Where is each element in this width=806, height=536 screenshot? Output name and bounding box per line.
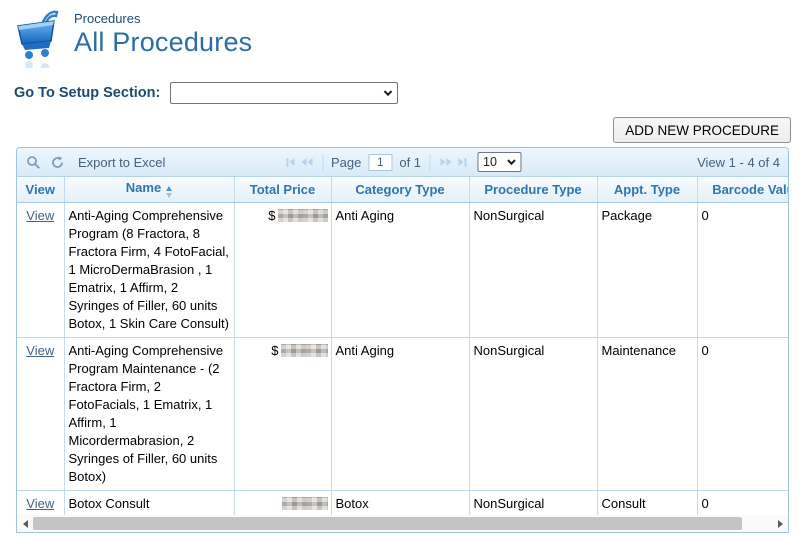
cell-barcode-value: 0 — [697, 337, 788, 490]
scroll-right-icon[interactable] — [772, 515, 788, 532]
cell-appt-type: Consult — [597, 490, 697, 515]
page-size-select[interactable]: 10 — [477, 152, 521, 172]
table-row: View Botox Consult Botox NonSurgical Con… — [17, 490, 788, 515]
cell-total-price — [234, 490, 331, 515]
view-link[interactable]: View — [26, 496, 54, 511]
first-page-icon[interactable] — [284, 156, 296, 169]
setup-section-label: Go To Setup Section: — [14, 85, 160, 101]
column-header-total-price[interactable]: Total Price — [234, 177, 331, 202]
table-header-row: View Name Total Price Category Type Proc… — [17, 177, 788, 202]
cell-barcode-value: 0 — [697, 202, 788, 337]
redacted-price — [278, 209, 328, 222]
view-range-info: View 1 - 4 of 4 — [697, 155, 780, 170]
column-header-barcode-value[interactable]: Barcode Value — [697, 177, 788, 202]
cell-procedure-type: NonSurgical — [469, 337, 597, 490]
actions-row: ADD NEW PROCEDURE — [613, 117, 791, 143]
column-header-name[interactable]: Name — [64, 177, 234, 202]
horizontal-scrollbar[interactable] — [17, 515, 788, 532]
page-title: All Procedures — [74, 27, 252, 58]
sort-ascending-icon — [166, 186, 172, 198]
column-header-category-type[interactable]: Category Type — [331, 177, 469, 202]
cell-category-type: Botox — [331, 490, 469, 515]
page-header: Procedures All Procedures — [12, 8, 252, 68]
page-of-label: of 1 — [399, 155, 421, 170]
setup-section-row: Go To Setup Section: — [14, 82, 398, 104]
column-header-procedure-type[interactable]: Procedure Type — [469, 177, 597, 202]
page-size-select-wrap: 10 — [477, 152, 521, 172]
cell-procedure-type: NonSurgical — [469, 490, 597, 515]
setup-section-select[interactable] — [170, 82, 398, 104]
cell-name: Botox Consult — [64, 490, 234, 515]
cell-appt-type: Maintenance — [597, 337, 697, 490]
cell-total-price: $ — [234, 337, 331, 490]
pager-separator — [322, 154, 323, 171]
toolbar-icons — [17, 155, 65, 170]
scroll-left-icon[interactable] — [17, 515, 33, 532]
page-label: Page — [331, 155, 361, 170]
table-row: View Anti-Aging Comprehensive Program Ma… — [17, 337, 788, 490]
scrollbar-track[interactable] — [33, 517, 772, 530]
search-icon[interactable] — [26, 155, 41, 170]
cell-barcode-value: 0 — [697, 490, 788, 515]
procedures-table: View Name Total Price Category Type Proc… — [17, 177, 788, 515]
export-to-excel-link[interactable]: Export to Excel — [78, 155, 165, 170]
cell-procedure-type: NonSurgical — [469, 202, 597, 337]
redacted-price — [282, 497, 328, 510]
grid-toolbar: Export to Excel Page of 1 10 View 1 - 4 … — [17, 148, 788, 177]
column-header-view[interactable]: View — [17, 177, 64, 202]
setup-section-select-wrap — [170, 82, 398, 104]
view-link[interactable]: View — [26, 208, 54, 223]
procedures-grid: Export to Excel Page of 1 10 View 1 - 4 … — [16, 147, 789, 533]
shopping-cart-icon — [12, 8, 66, 68]
cell-name: Anti-Aging Comprehensive Program (8 Frac… — [64, 202, 234, 337]
last-page-icon[interactable] — [456, 156, 468, 169]
table-row: View Anti-Aging Comprehensive Program (8… — [17, 202, 788, 337]
page-number-input[interactable] — [368, 154, 392, 171]
view-link[interactable]: View — [26, 343, 54, 358]
refresh-icon[interactable] — [50, 155, 65, 170]
pager: Page of 1 10 — [284, 148, 521, 176]
header-text: Procedures All Procedures — [74, 8, 252, 68]
add-new-procedure-button[interactable]: ADD NEW PROCEDURE — [613, 117, 791, 143]
cell-total-price: $ — [234, 202, 331, 337]
breadcrumb: Procedures — [74, 11, 252, 26]
scrollbar-thumb[interactable] — [33, 517, 742, 530]
pager-separator — [429, 154, 430, 171]
prev-page-icon[interactable] — [299, 156, 314, 168]
cell-category-type: Anti Aging — [331, 337, 469, 490]
cell-appt-type: Package — [597, 202, 697, 337]
redacted-price — [281, 344, 328, 357]
next-page-icon[interactable] — [438, 156, 453, 168]
cell-name: Anti-Aging Comprehensive Program Mainten… — [64, 337, 234, 490]
table-viewport: View Name Total Price Category Type Proc… — [17, 177, 788, 515]
cell-category-type: Anti Aging — [331, 202, 469, 337]
column-header-appt-type[interactable]: Appt. Type — [597, 177, 697, 202]
